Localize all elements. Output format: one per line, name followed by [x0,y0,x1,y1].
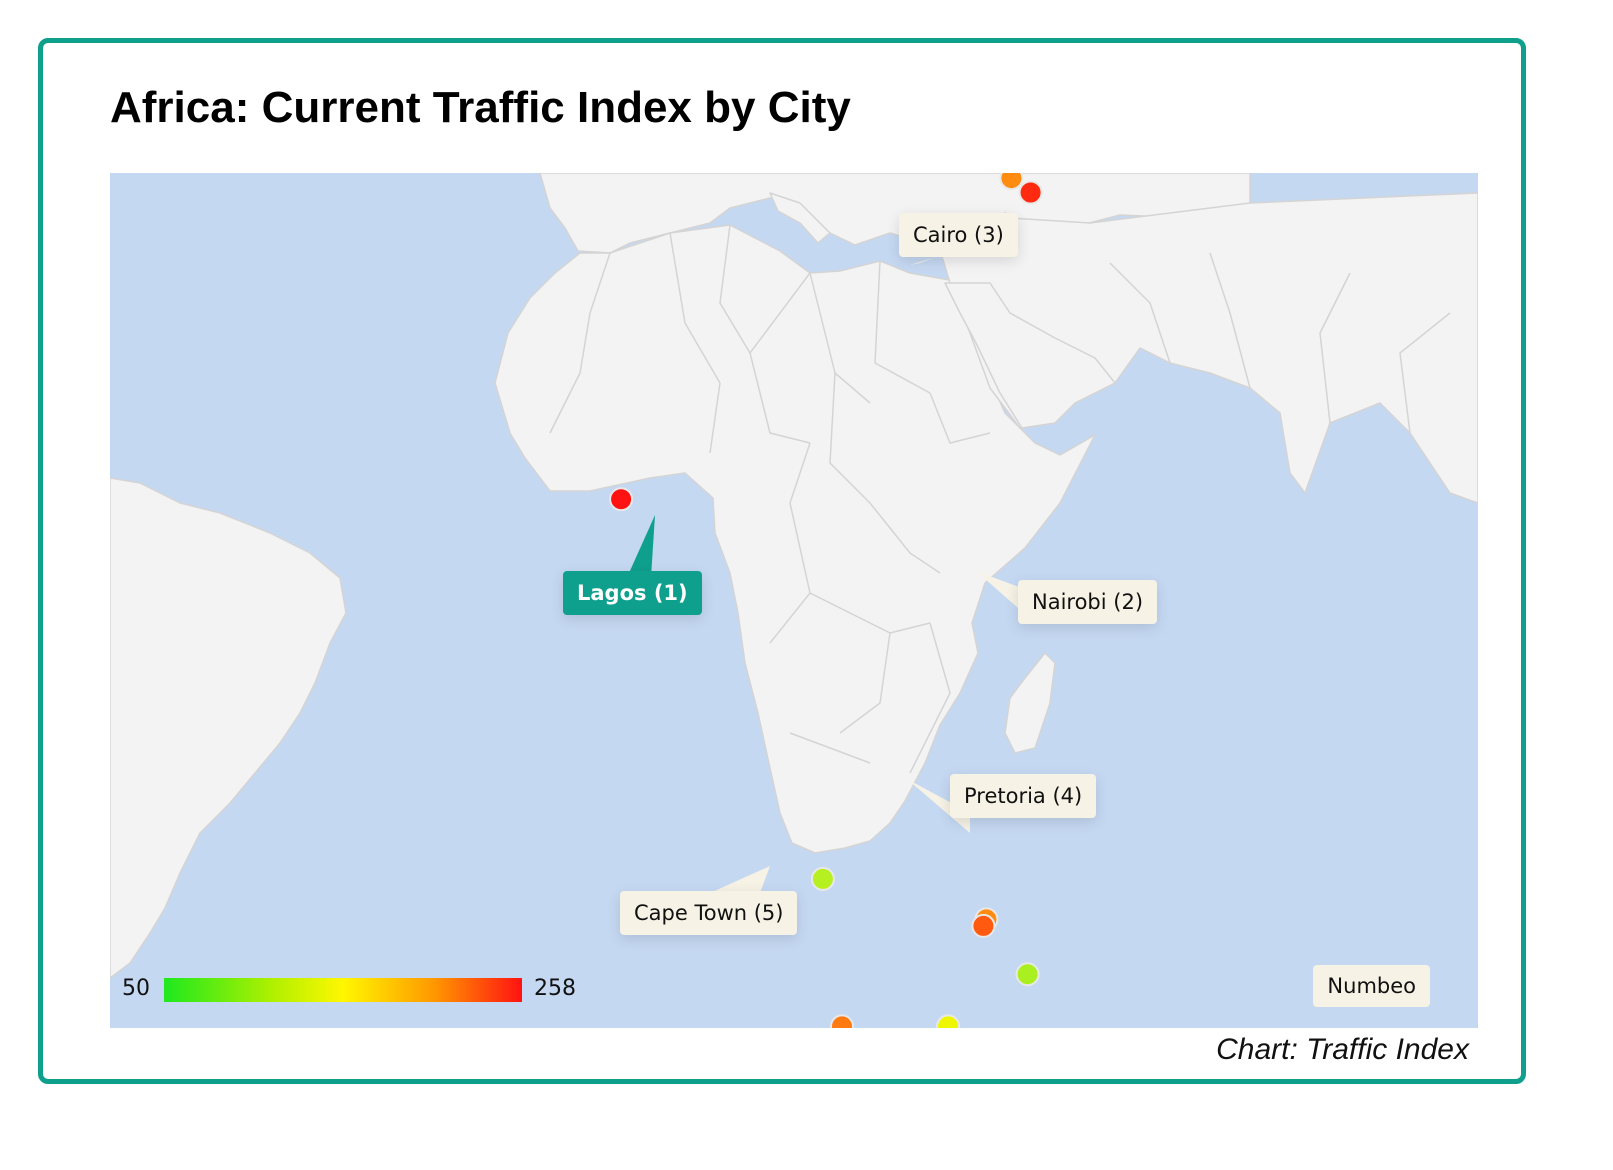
chart-card: Africa: Current Traffic Index by City Ca… [38,38,1526,1084]
legend-color-bar [164,978,522,1002]
land-layer [110,173,1478,979]
map-area[interactable]: Cairo (3) Lagos (1) Nairobi (2) Pretoria… [110,173,1478,1028]
city-marker-5[interactable] [999,173,1024,191]
pointer-cairo [910,257,936,265]
source-badge[interactable]: Numbeo [1313,965,1430,1007]
legend-min-value: 50 [122,976,150,1001]
label-cape-town[interactable]: Cape Town (5) [620,891,798,935]
city-marker-10[interactable] [936,1014,961,1028]
chart-caption: Chart: Traffic Index [1216,1033,1469,1066]
city-marker-cairo[interactable] [1018,180,1043,205]
chart-title: Africa: Current Traffic Index by City [110,83,851,132]
label-pretoria[interactable]: Pretoria (4) [950,774,1097,818]
city-marker-8[interactable] [971,913,996,938]
legend-max-value: 258 [534,976,576,1001]
city-marker-7[interactable] [810,866,835,891]
city-marker-lagos[interactable] [609,487,634,512]
land-south-america [110,477,347,979]
label-lagos[interactable]: Lagos (1) [563,571,702,615]
label-nairobi[interactable]: Nairobi (2) [1018,580,1158,624]
city-marker-cape-town[interactable] [830,1014,854,1028]
land-madagascar [1004,652,1056,754]
city-marker-9[interactable] [1015,962,1040,987]
pointer-cape-town [710,866,770,893]
label-cairo[interactable]: Cairo (3) [899,213,1018,257]
